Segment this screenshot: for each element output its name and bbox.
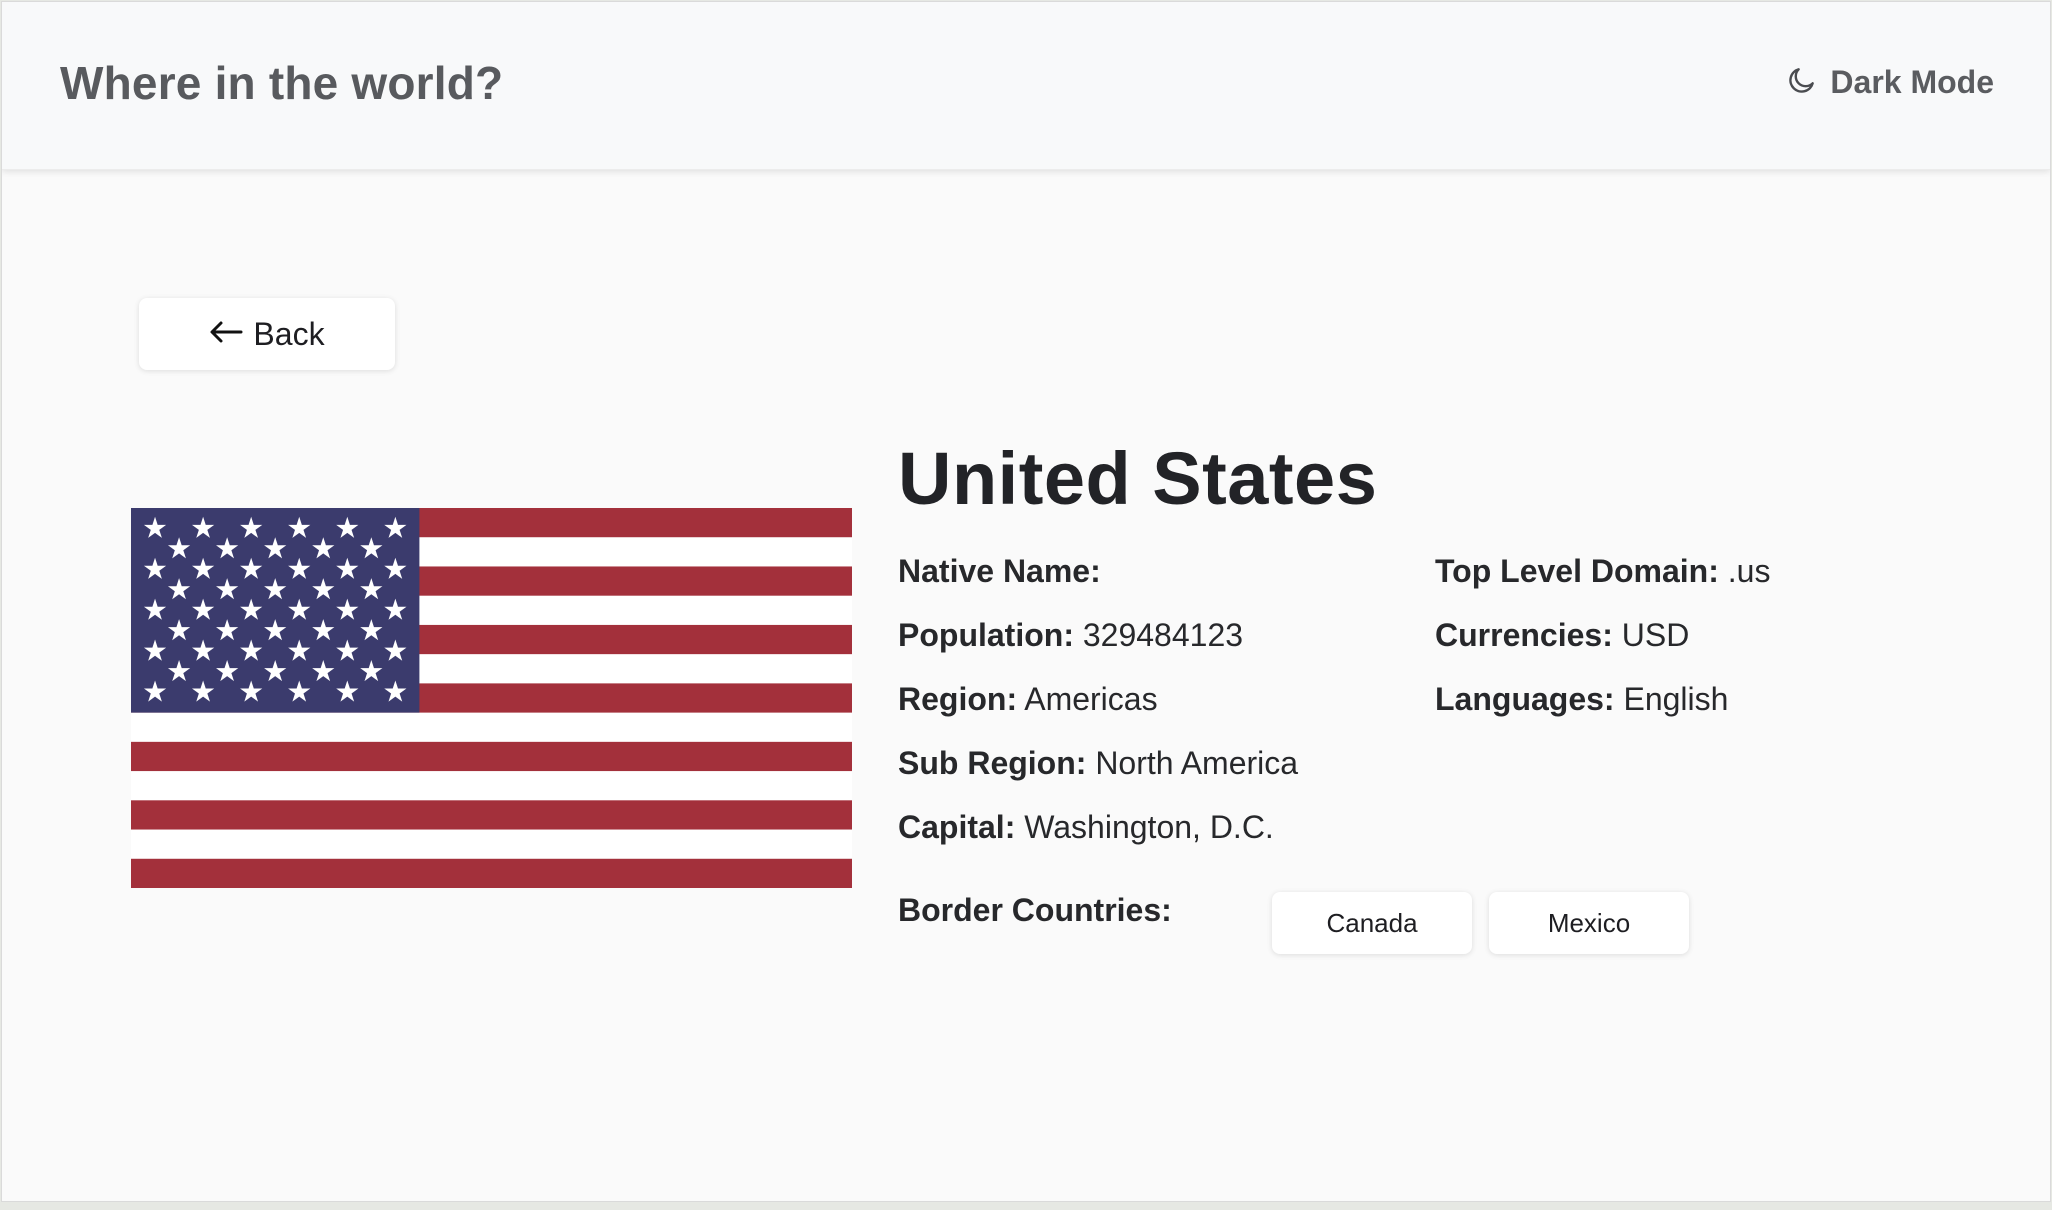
app-header: Where in the world? Dark Mode [2, 2, 2050, 170]
detail-value: Americas [1024, 681, 1158, 717]
detail-label: Native Name: [898, 553, 1101, 589]
detail-region: Region: Americas [898, 667, 1298, 731]
dark-mode-label: Dark Mode [1830, 64, 1994, 100]
detail-value: USD [1621, 617, 1690, 653]
detail-native-name: Native Name: [898, 539, 1298, 603]
detail-label: Sub Region: [898, 745, 1087, 781]
detail-label: Population: [898, 617, 1074, 653]
detail-value: .us [1727, 553, 1771, 589]
detail-capital: Capital: Washington, D.C. [898, 795, 1298, 859]
detail-label: Currencies: [1435, 617, 1613, 653]
back-button[interactable]: Back [139, 298, 395, 370]
border-countries-label: Border Countries: [898, 892, 1172, 928]
detail-label: Capital: [898, 809, 1016, 845]
detail-label: Region: [898, 681, 1018, 717]
app-title: Where in the world? [60, 57, 504, 109]
us-flag [131, 508, 852, 888]
country-details-left: Native Name: Population: 329484123 Regio… [898, 539, 1298, 859]
moon-icon [1786, 64, 1818, 101]
country-details-right: Top Level Domain: .us Currencies: USD La… [1435, 539, 1770, 731]
arrow-left-icon [209, 320, 243, 349]
detail-label: Languages: [1435, 681, 1615, 717]
border-country-button-mexico[interactable]: Mexico [1489, 892, 1689, 954]
page: Where in the world? Dark Mode Back Unite… [1, 1, 2051, 1202]
detail-population: Population: 329484123 [898, 603, 1298, 667]
country-name: United States [898, 437, 1378, 520]
detail-value: 329484123 [1082, 617, 1244, 653]
detail-languages: Languages: English [1435, 667, 1770, 731]
dark-mode-toggle[interactable]: Dark Mode [1786, 64, 1994, 101]
detail-top-level-domain: Top Level Domain: .us [1435, 539, 1770, 603]
detail-value: North America [1095, 745, 1299, 781]
detail-value: Washington, D.C. [1024, 809, 1274, 845]
back-label: Back [253, 315, 325, 352]
detail-sub-region: Sub Region: North America [898, 731, 1298, 795]
detail-label: Top Level Domain: [1435, 553, 1719, 589]
border-country-button-canada[interactable]: Canada [1272, 892, 1472, 954]
detail-value: English [1623, 681, 1729, 717]
detail-currencies: Currencies: USD [1435, 603, 1770, 667]
